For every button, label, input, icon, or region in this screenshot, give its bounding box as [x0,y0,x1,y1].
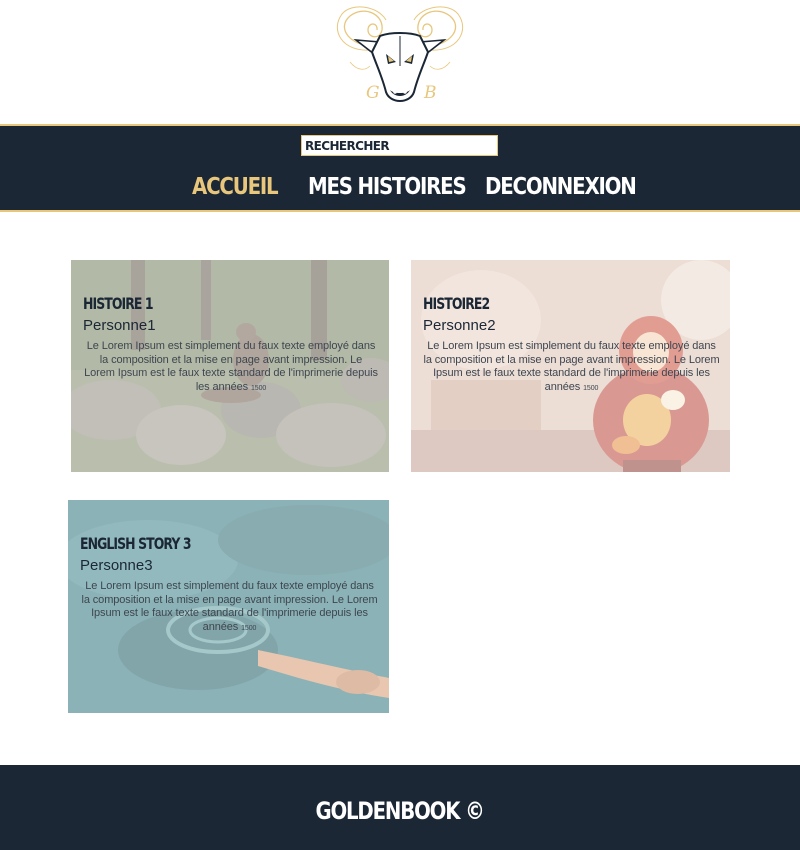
story-card[interactable]: HISTOIRE 1 Personne1 Le Lorem Ipsum est … [71,260,389,472]
story-card-content: HISTOIRE2 Personne2 Le Lorem Ipsum est s… [423,294,720,395]
story-card[interactable]: ENGLISH STORY 3 Personne3 Le Lorem Ipsum… [68,500,389,713]
footer-copyright: GOLDENBOOK © [315,797,485,825]
story-excerpt: Le Lorem Ipsum est simplement du faux te… [84,340,378,393]
nav-item-deconnexion[interactable]: DECONNEXION [485,170,637,204]
nav-item-accueil[interactable]: ACCUEIL [192,170,279,204]
site-footer: GOLDENBOOK © [0,765,800,850]
nav-item-mes-histoires[interactable]: MES HISTOIRES [308,170,467,204]
ram-head-logo-icon: G B [336,6,464,103]
story-author: Personne2 [423,317,496,334]
story-title: HISTOIRE2 [423,294,490,313]
main-navbar: ACCUEIL MES HISTOIRES DECONNEXION [0,124,800,212]
story-author: Personne3 [80,557,153,574]
search-input[interactable] [301,135,498,156]
story-author: Personne1 [83,317,156,334]
story-card[interactable]: HISTOIRE2 Personne2 Le Lorem Ipsum est s… [411,260,730,472]
story-title: ENGLISH STORY 3 [80,534,192,553]
story-excerpt: Le Lorem Ipsum est simplement du faux te… [81,580,378,633]
logo-initial-g: G [366,83,380,103]
site-logo[interactable]: G B [330,6,470,110]
story-card-content: HISTOIRE 1 Personne1 Le Lorem Ipsum est … [83,294,379,395]
story-card-content: ENGLISH STORY 3 Personne3 Le Lorem Ipsum… [80,534,379,635]
logo-initial-b: B [423,83,437,103]
story-title: HISTOIRE 1 [83,294,154,313]
story-excerpt: Le Lorem Ipsum est simplement du faux te… [423,340,720,393]
